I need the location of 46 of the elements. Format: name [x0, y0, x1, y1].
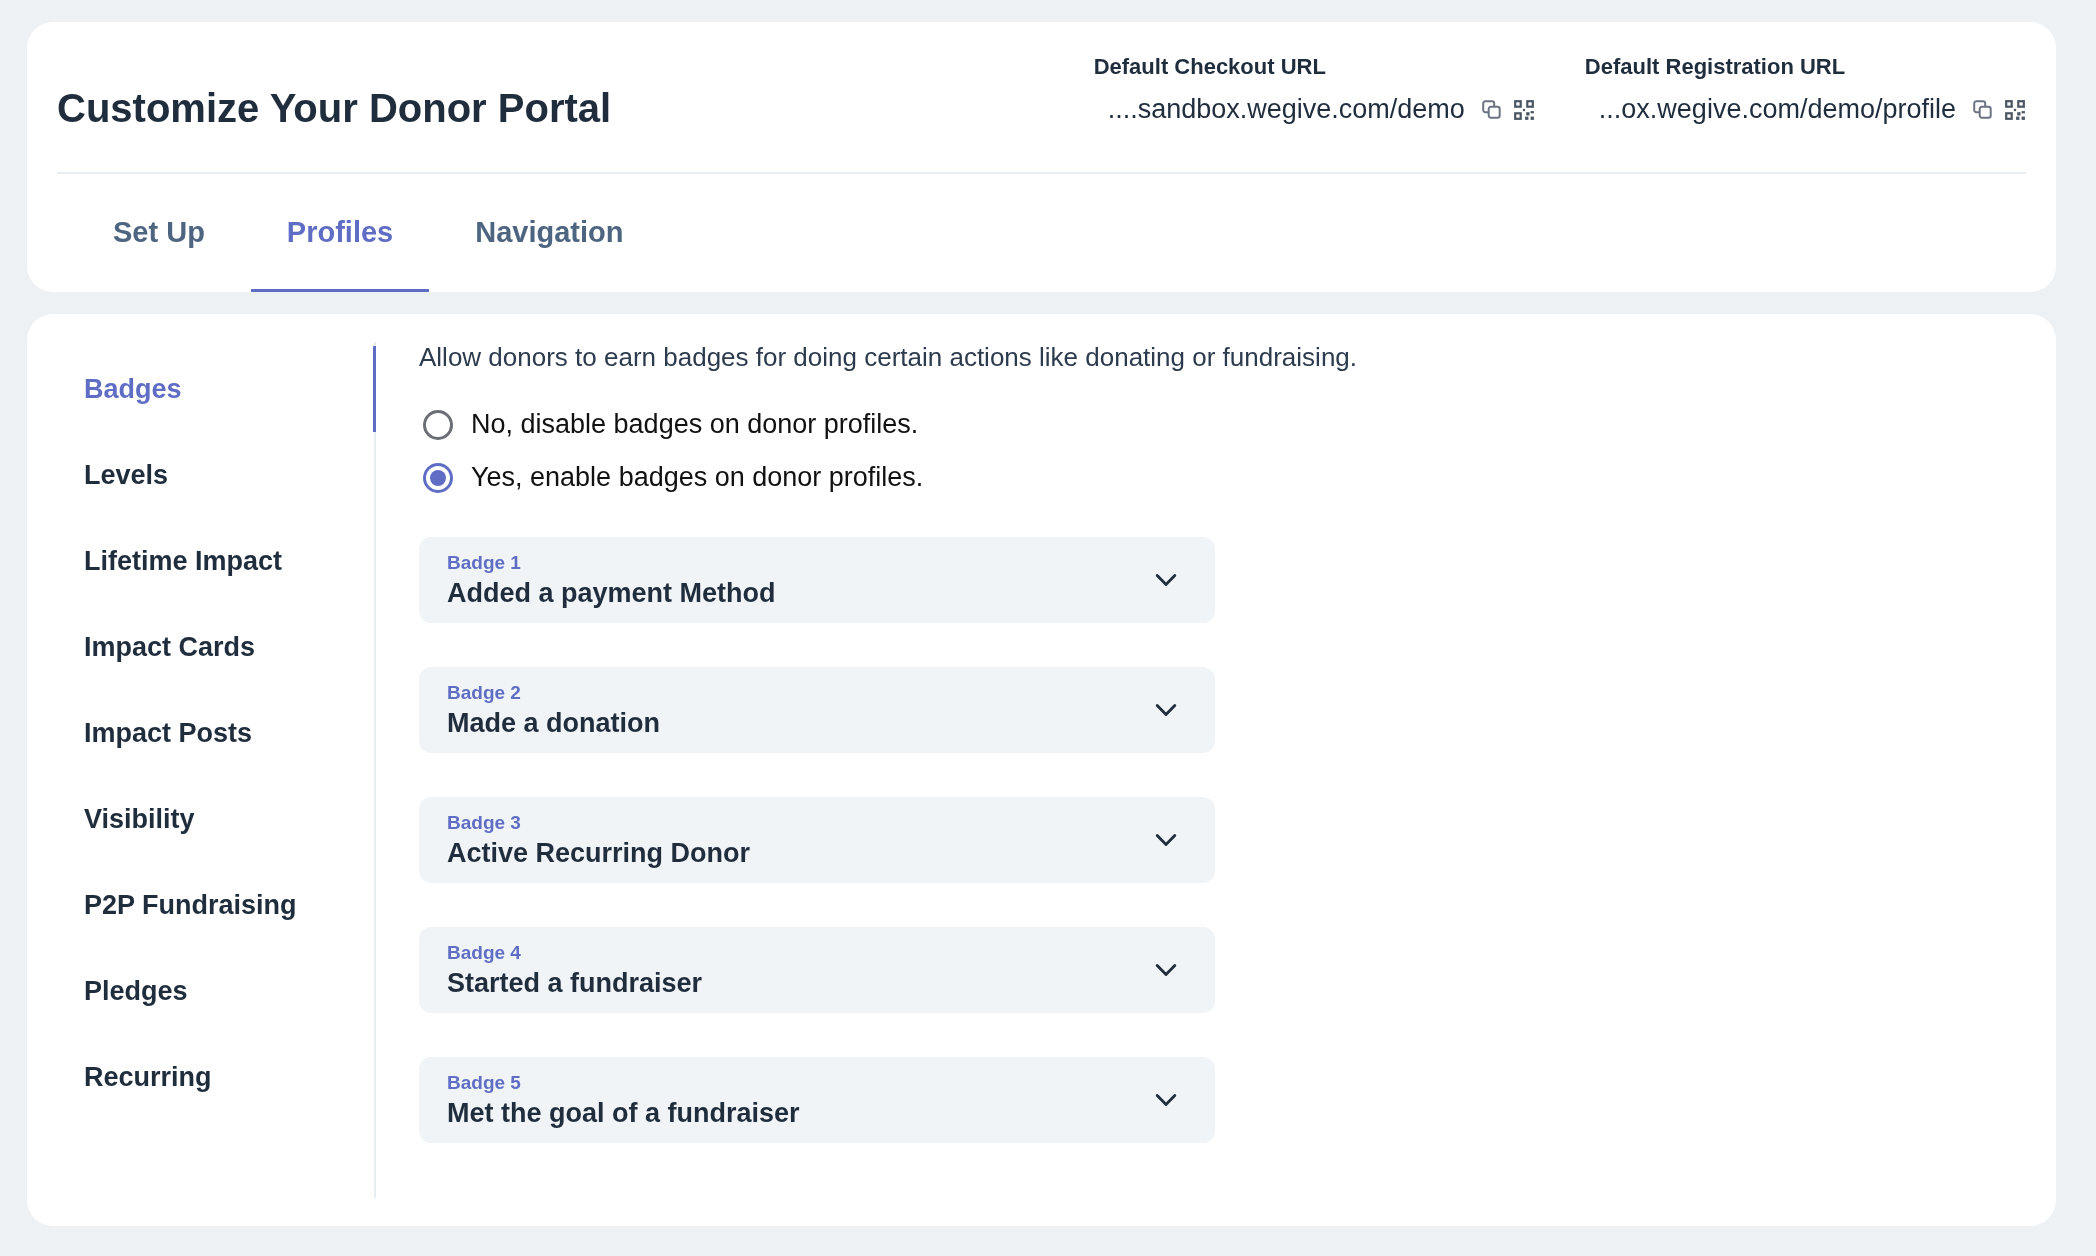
url-text: ...ox.wegive.com/demo/profile: [1598, 94, 1956, 125]
qr-code-icon[interactable]: [2004, 98, 2026, 121]
sidebar-item[interactable]: Visibility: [84, 790, 376, 848]
badge-title: Added a payment Method: [447, 577, 776, 609]
sidebar-item[interactable]: Pledges: [84, 962, 376, 1020]
badge-accordion[interactable]: Badge 2 Made a donation: [419, 667, 1215, 753]
copy-icon[interactable]: [1480, 98, 1503, 121]
badge-title: Started a fundraiser: [447, 967, 703, 999]
sidebar-item[interactable]: Recurring: [84, 1048, 376, 1106]
page-title: Customize Your Donor Portal: [57, 86, 612, 132]
badge-label: Badge 3: [447, 811, 522, 834]
badge-accordion[interactable]: Badge 3 Active Recurring Donor: [419, 797, 1215, 883]
sidebar-item[interactable]: P2P Fundraising: [84, 876, 376, 934]
chevron-icon[interactable]: [1155, 1093, 1177, 1107]
description-text: Allow donors to earn badges for doing certain actions like donating or fundraising.: [419, 342, 1358, 373]
radio-button[interactable]: [423, 409, 453, 440]
url-text: ....sandbox.wegive.com/demo: [1107, 94, 1465, 125]
badge-accordion[interactable]: Badge 5 Met the goal of a fundraiser: [419, 1057, 1215, 1143]
copy-icon[interactable]: [1972, 98, 1994, 121]
chevron-icon[interactable]: [1155, 703, 1177, 717]
badge-label: Badge 2: [447, 681, 522, 704]
badge-accordion[interactable]: Badge 4 Started a fundraiser: [419, 927, 1215, 1013]
badge-label: Badge 5: [447, 1071, 522, 1094]
qr-code-icon[interactable]: [1512, 98, 1535, 121]
radio-label: Yes, enable badges on donor profiles.: [471, 462, 924, 493]
badge-accordion[interactable]: Badge 1 Added a payment Method: [419, 537, 1215, 623]
tab[interactable]: Profiles: [250, 204, 430, 292]
sidebar-item[interactable]: Impact Posts: [84, 704, 376, 762]
badge-label: Badge 4: [447, 941, 522, 964]
radio-button[interactable]: [423, 462, 453, 493]
tab[interactable]: Set Up: [77, 204, 241, 292]
badge-title: Active Recurring Donor: [447, 837, 751, 869]
badge-title: Made a donation: [447, 707, 660, 739]
sidebar-item[interactable]: Lifetime Impact: [84, 532, 376, 590]
sidebar-item[interactable]: Badges: [84, 346, 376, 432]
tab[interactable]: Navigation: [439, 204, 660, 292]
badge-label: Badge 1: [447, 551, 522, 574]
sidebar-item[interactable]: Impact Cards: [84, 618, 376, 676]
url-label: Default Registration URL: [1584, 54, 1847, 80]
chevron-icon[interactable]: [1155, 963, 1177, 977]
sidebar-item[interactable]: Levels: [84, 446, 376, 504]
chevron-icon[interactable]: [1155, 833, 1177, 847]
url-label: Default Checkout URL: [1093, 54, 1327, 80]
radio-label: No, disable badges on donor profiles.: [471, 409, 919, 440]
chevron-icon[interactable]: [1155, 573, 1177, 587]
badge-title: Met the goal of a fundraiser: [447, 1097, 800, 1129]
